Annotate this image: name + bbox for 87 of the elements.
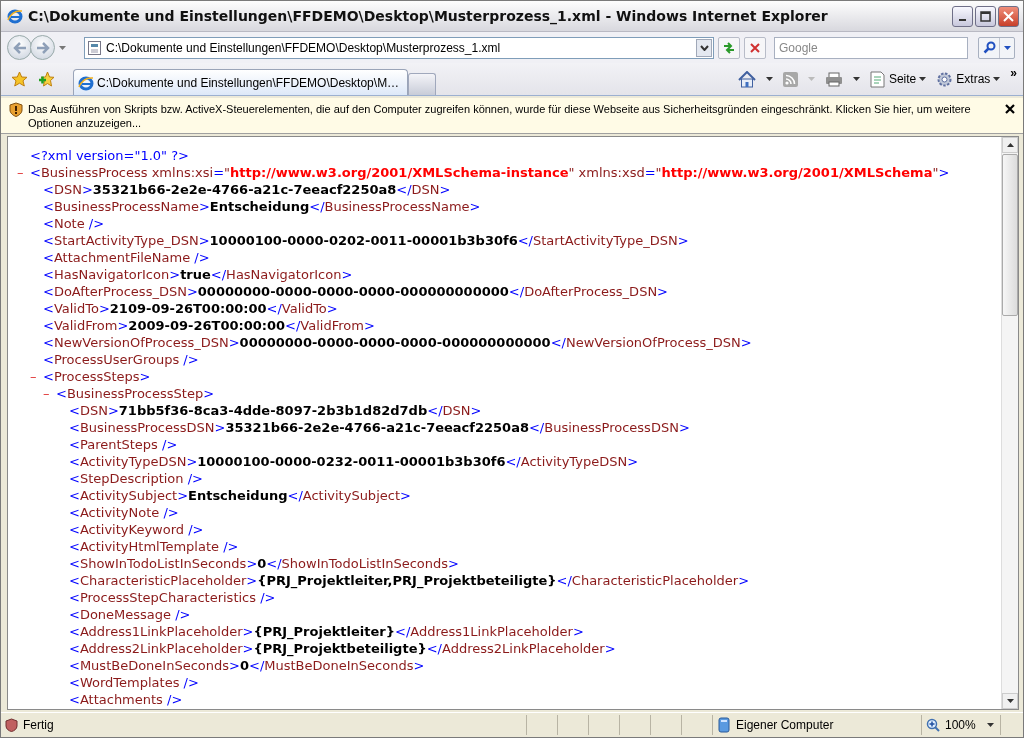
search-field[interactable]: Google [774,36,968,59]
xml-line: <DSN>71bb5f36-8ca3-4dde-8097-2b3b1d82d7db</DSN> [69,402,482,419]
caret-icon [1003,45,1011,50]
xml-line: <MustBeDoneInSeconds>0</MustBeDoneInSeconds> [69,657,425,674]
browser-logo-icon [7,8,23,24]
forward-button[interactable] [30,35,55,60]
tools-menu[interactable]: Extras [936,70,1001,88]
window-title: C:\Dokumente und Einstellungen\FFDEMO\Desktop\Musterprozess_1.xml - Windows Internet Explorer [28,8,829,24]
xml-line: <StepDescription /> [69,470,203,487]
back-button[interactable] [7,35,32,60]
zoom-icon [926,718,940,732]
xml-line: <DoAfterProcess_DSN>00000000-0000-0000-0000-000000000000</DoAfterProcess_DSN> [43,283,668,300]
xml-line: <ActivitySubject>Entscheidung</ActivitySubject> [69,487,411,504]
address-field[interactable]: C:\Dokumente und Einstellungen\FFDEMO\Desktop\Musterprozess_1.xml [84,36,714,59]
status-text: Fertig [23,718,54,732]
gear-icon [936,70,954,88]
refresh-icon [722,40,736,55]
xml-line: <ProcessSteps> [43,368,151,385]
xml-line: <DoneMessage /> [69,606,191,623]
close-icon[interactable] [1005,104,1015,114]
xml-line: <ProcessUserGroups /> [43,351,199,368]
xml-line: <ActivityTypeDSN>10000100-0000-0232-0011-00001b3b30f6</ActivityTypeDSN> [69,453,639,470]
xml-line: <ParentSteps /> [69,436,178,453]
xml-line: <CharacteristicPlaceholder>{PRJ_Projektleiter,PRJ_Projektbeteiligte}</CharacteristicPlaceholder> [69,572,750,589]
page-menu[interactable]: Seite [869,70,927,88]
xml-line: <WordTemplates /> [69,674,199,691]
close-button[interactable] [998,5,1019,27]
collapse-toggle[interactable]: – [30,368,43,385]
scroll-down-icon[interactable] [1006,699,1014,703]
stop-button[interactable] [744,36,766,59]
document-icon [869,70,886,88]
shield-icon [9,102,23,117]
xml-line: <ActivityNote /> [69,504,179,521]
xml-line: <ValidTo>2109-09-26T00:00:00</ValidTo> [43,300,338,317]
search-button[interactable] [978,36,1015,59]
xml-line: <StartActivityType_DSN>10000100-0000-0202-0011-00001b3b30f6</StartActivityType_DSN> [43,232,689,249]
search-icon [982,41,996,54]
browser-tab[interactable]: C:\Dokumente und Einstellungen\FFDEMO\Desktop\M… [73,69,409,95]
xml-declaration: <?xml version="1.0" ?> [30,147,189,164]
xml-line: <NewVersionOfProcess_DSN>00000000-0000-0000-0000-000000000000</NewVersionOfProcess_DSN> [43,334,752,351]
page-icon [78,74,94,91]
xml-line: <ActivityHtmlTemplate /> [69,538,239,555]
scroll-up-icon[interactable] [1006,143,1014,147]
shield-icon [5,718,18,732]
collapse-toggle[interactable]: – [43,385,56,402]
more-button[interactable]: » [1010,66,1017,80]
xml-line: <ActivityKeyword /> [69,521,204,538]
minimize-button[interactable] [952,5,973,27]
xml-line: <BusinessProcessStep> [56,385,215,402]
xml-line: <BusinessProcess xmlns:xsi="http://www.w3.org/2001/XMLSchema-instance" xmlns:xsd="http://www.w3.org/2001/XMLSchema"> [30,164,950,181]
xml-line: <ValidFrom>2009-09-26T00:00:00</ValidFrom> [43,317,375,334]
xml-line: <ProcessStepCharacteristics /> [69,589,276,606]
minimize-icon [959,19,966,21]
xml-line: <AttachmentFileName /> [43,249,210,266]
scrollbar[interactable] [1001,137,1018,709]
maximize-icon [980,10,991,22]
printer-icon[interactable] [824,71,843,87]
back-arrow-icon [12,41,27,54]
xml-line: <BusinessProcessDSN>35321b66-2e2e-4766-a21c-7eeacf2250a8</BusinessProcessDSN> [69,419,690,436]
close-icon [1003,10,1014,22]
computer-icon [717,717,731,733]
xml-line: <Address1LinkPlaceholder>{PRJ_Projektleiter}</Address1LinkPlaceholder> [69,623,584,640]
xml-line: <DSN>35321b66-2e2e-4766-a21c-7eeacf2250a8</DSN> [43,181,451,198]
refresh-button[interactable] [718,36,740,59]
xml-line: <Address2LinkPlaceholder>{PRJ_Projektbeteiligte}</Address2LinkPlaceholder> [69,640,616,657]
maximize-button[interactable] [975,5,996,27]
xml-line: <HasNavigatorIcon>true</HasNavigatorIcon> [43,266,353,283]
star-icon[interactable] [11,71,28,87]
xml-line: <Attachments /> [69,691,183,708]
zoom-button[interactable]: 100% [921,715,1000,735]
xml-line: <ShowInTodoListInSeconds>0</ShowInTodoListInSeconds> [69,555,459,572]
chevron-icon [699,44,709,51]
document-icon [88,40,101,55]
home-icon[interactable] [737,70,756,88]
caret-icon [986,723,994,727]
security-zone: Eigener Computer [736,718,834,732]
caret-icon [993,77,1001,81]
dropdown-button[interactable] [696,38,712,57]
forward-arrow-icon [35,41,50,54]
collapse-toggle[interactable]: – [17,164,30,181]
caret-icon[interactable] [852,77,860,81]
add-favorite-icon[interactable] [38,71,55,87]
xml-line: <Note /> [43,215,105,232]
caret-icon [919,77,927,81]
stop-icon [749,41,761,54]
caret-icon[interactable] [765,77,773,81]
xml-line: <BusinessProcessName>Entscheidung</BusinessProcessName> [43,198,481,215]
